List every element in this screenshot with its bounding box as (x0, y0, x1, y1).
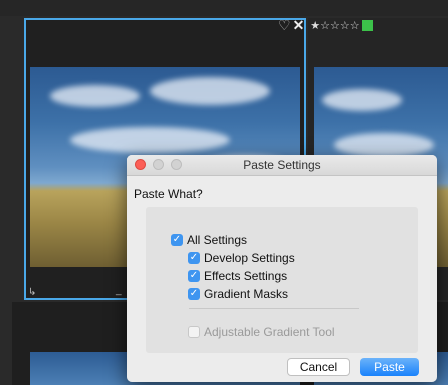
section-label: Paste What? (134, 187, 203, 201)
checkbox-checked-icon[interactable]: ✓ (188, 252, 200, 264)
checkbox-checked-icon[interactable]: ✓ (188, 288, 200, 300)
star-icon[interactable]: ☆ (330, 19, 340, 32)
reject-icon[interactable]: ✕ (293, 17, 305, 34)
paste-settings-dialog: Paste Settings Paste What? ✓ All Setting… (127, 155, 437, 382)
star-icon[interactable]: ☆ (350, 19, 360, 32)
option-adjustable-gradient-tool: Adjustable Gradient Tool (188, 325, 335, 339)
edit-marker-icon: _ (116, 285, 122, 296)
checkbox-checked-icon[interactable]: ✓ (188, 270, 200, 282)
option-label: Gradient Masks (204, 287, 289, 301)
option-label: Adjustable Gradient Tool (204, 325, 335, 339)
option-effects-settings[interactable]: ✓ Effects Settings (188, 269, 287, 283)
star-icon[interactable]: ☆ (320, 19, 330, 32)
rating-bar: ♡ ✕ ★ ☆ ☆ ☆ ☆ (278, 16, 373, 34)
divider (189, 308, 359, 309)
dialog-titlebar: Paste Settings (127, 155, 437, 176)
option-label: All Settings (187, 233, 248, 247)
cancel-button[interactable]: Cancel (287, 358, 350, 376)
option-label: Effects Settings (204, 269, 288, 283)
option-all-settings[interactable]: ✓ All Settings (171, 233, 247, 247)
color-label-icon[interactable] (361, 19, 373, 31)
dialog-title: Paste Settings (243, 158, 321, 172)
heart-icon[interactable]: ♡ (278, 17, 291, 34)
rotate-icon: ↳ (28, 287, 37, 298)
star-icon[interactable]: ★ (310, 19, 320, 32)
option-develop-settings[interactable]: ✓ Develop Settings (188, 251, 295, 265)
checkbox-unchecked-icon (188, 326, 200, 338)
checkbox-checked-icon[interactable]: ✓ (171, 234, 183, 246)
paste-button[interactable]: Paste (360, 358, 419, 376)
option-label: Develop Settings (204, 251, 295, 265)
option-gradient-masks[interactable]: ✓ Gradient Masks (188, 287, 288, 301)
filmstrip-top-bar (0, 0, 448, 16)
star-icon[interactable]: ☆ (340, 19, 350, 32)
